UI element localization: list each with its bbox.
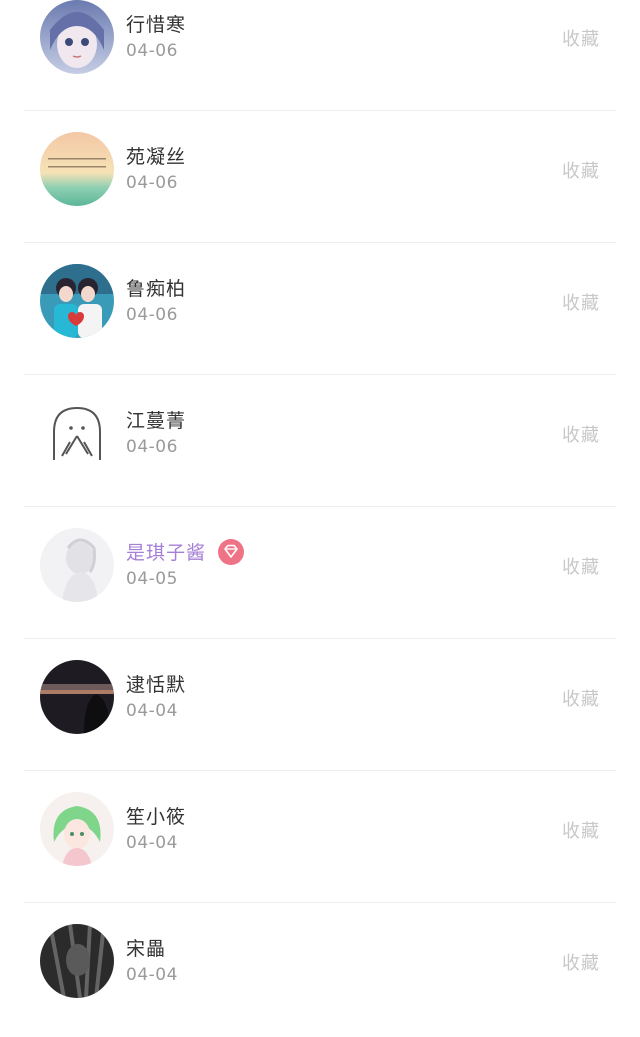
follow-date: 04-04 <box>126 833 178 853</box>
favorite-button[interactable]: 收藏 <box>562 157 600 183</box>
follow-date: 04-06 <box>126 437 178 457</box>
list-item[interactable]: 苑凝丝 04-06 收藏 <box>0 111 640 243</box>
follower-name[interactable]: 鲁痴柏 <box>126 274 186 301</box>
follower-list: 行惜寒 04-06 收藏 苑凝丝 04-06 收藏 鲁痴柏 04-06 收藏 江… <box>0 0 640 1035</box>
follow-date: 04-04 <box>126 965 178 985</box>
avatar[interactable] <box>40 396 114 470</box>
favorite-button[interactable]: 收藏 <box>562 949 600 975</box>
avatar[interactable] <box>40 264 114 338</box>
avatar[interactable] <box>40 792 114 866</box>
list-item[interactable]: 江蔓菁 04-06 收藏 <box>0 375 640 507</box>
list-item[interactable]: 是琪子酱 04-05 收藏 <box>0 507 640 639</box>
avatar[interactable] <box>40 0 114 74</box>
follower-name[interactable]: 逮恬默 <box>126 670 186 697</box>
list-item[interactable]: 宋畾 04-04 收藏 <box>0 903 640 1035</box>
follower-name[interactable]: 苑凝丝 <box>126 142 186 169</box>
follow-date: 04-06 <box>126 173 178 193</box>
follow-date: 04-04 <box>126 701 178 721</box>
favorite-button[interactable]: 收藏 <box>562 553 600 579</box>
vip-diamond-icon <box>218 539 244 565</box>
follower-name[interactable]: 宋畾 <box>126 934 166 961</box>
follow-date: 04-05 <box>126 569 178 589</box>
avatar[interactable] <box>40 924 114 998</box>
favorite-button[interactable]: 收藏 <box>562 817 600 843</box>
list-item[interactable]: 逮恬默 04-04 收藏 <box>0 639 640 771</box>
avatar[interactable] <box>40 528 114 602</box>
follow-date: 04-06 <box>126 305 178 325</box>
follower-name[interactable]: 江蔓菁 <box>126 406 186 433</box>
favorite-button[interactable]: 收藏 <box>562 421 600 447</box>
follower-name[interactable]: 行惜寒 <box>126 10 186 37</box>
favorite-button[interactable]: 收藏 <box>562 685 600 711</box>
list-item[interactable]: 笙小筱 04-04 收藏 <box>0 771 640 903</box>
favorite-button[interactable]: 收藏 <box>562 289 600 315</box>
avatar[interactable] <box>40 132 114 206</box>
follower-name[interactable]: 笙小筱 <box>126 802 186 829</box>
follow-date: 04-06 <box>126 41 178 61</box>
list-item[interactable]: 行惜寒 04-06 收藏 <box>0 0 640 111</box>
list-item[interactable]: 鲁痴柏 04-06 收藏 <box>0 243 640 375</box>
avatar[interactable] <box>40 660 114 734</box>
favorite-button[interactable]: 收藏 <box>562 25 600 51</box>
follower-name[interactable]: 是琪子酱 <box>126 538 206 565</box>
